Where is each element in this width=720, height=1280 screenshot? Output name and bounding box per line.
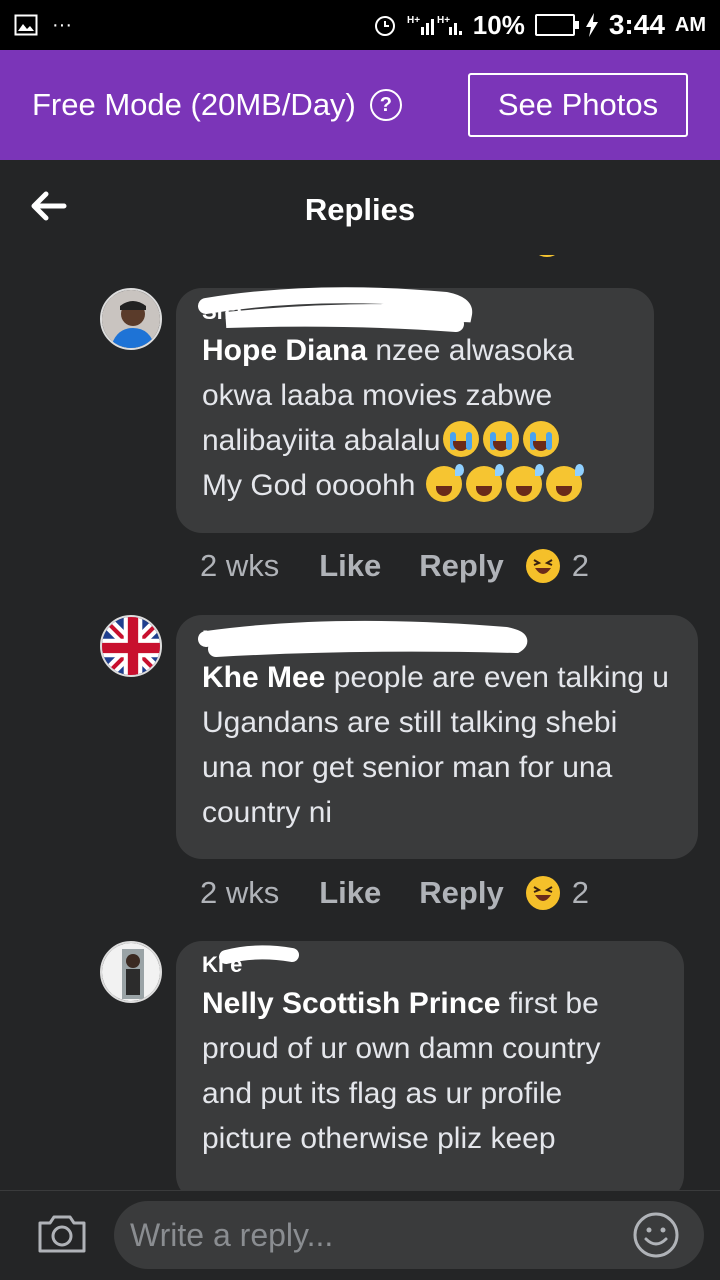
loudly-crying-face-icon bbox=[442, 421, 479, 458]
grinning-sweat-face-icon bbox=[505, 464, 544, 503]
reply-input[interactable]: Write a reply... bbox=[114, 1201, 704, 1269]
grinning-sweat-face-icon bbox=[425, 464, 464, 503]
reply-bubble[interactable]: Kl e Nelly Scottish Prince first be prou… bbox=[176, 941, 684, 1190]
reply-bubble[interactable]: N Khe Mee people are even talking u Ugan… bbox=[176, 615, 698, 859]
like-button[interactable]: Like bbox=[319, 548, 381, 584]
clock-ampm: AM bbox=[674, 13, 706, 36]
reply-composer: Write a reply... bbox=[0, 1190, 720, 1280]
obscured-author-name: Sha bbox=[198, 287, 628, 332]
svg-text:H+: H+ bbox=[437, 15, 450, 26]
reply-timestamp: 2 wks bbox=[200, 548, 280, 583]
help-icon[interactable]: ? bbox=[369, 89, 402, 121]
reply-timestamp: 2 wks bbox=[200, 875, 280, 910]
mention-link[interactable]: Hope Diana bbox=[202, 334, 367, 367]
battery-icon bbox=[534, 14, 579, 36]
reply-button[interactable]: Reply bbox=[419, 875, 503, 911]
status-bar: ··· H+ H+ 10% 3:44 AM bbox=[0, 0, 720, 50]
notification-more: ··· bbox=[52, 13, 72, 36]
alarm-icon bbox=[374, 16, 395, 36]
grinning-sweat-face-icon bbox=[545, 464, 584, 503]
gallery-icon bbox=[14, 14, 38, 36]
page-title: Replies bbox=[304, 192, 416, 227]
reply-text: Khe Mee people are even talking u Uganda… bbox=[202, 661, 669, 829]
charging-icon bbox=[585, 13, 598, 37]
svg-text:H+: H+ bbox=[407, 15, 420, 26]
free-mode-label: Free Mode (20MB/Day) bbox=[32, 87, 356, 122]
obscured-author-name: N bbox=[198, 620, 672, 657]
loudly-crying-face-icon bbox=[482, 421, 519, 458]
replies-feed[interactable]: Sha Hope Diana nzee alwasoka okwa laaba … bbox=[0, 255, 720, 1190]
redaction-scribble bbox=[198, 620, 528, 657]
reply-actions: 2 wks Like Reply 2 bbox=[200, 875, 589, 911]
reply-bubble[interactable]: Sha Hope Diana nzee alwasoka okwa laaba … bbox=[176, 287, 654, 533]
avatar[interactable] bbox=[100, 941, 162, 1003]
free-mode-banner: Free Mode (20MB/Day) ? See Photos bbox=[0, 50, 720, 160]
obscured-author-name: Kl e bbox=[202, 945, 658, 981]
battery-percent: 10% bbox=[472, 9, 525, 40]
reply-text: Hope Diana nzee alwasoka okwa laaba movi… bbox=[202, 328, 628, 508]
mention-link[interactable]: Khe Mee bbox=[202, 661, 325, 694]
reaction-count: 2 bbox=[571, 548, 589, 583]
emoji-picker-icon[interactable] bbox=[632, 1211, 680, 1259]
redaction-scribble bbox=[198, 287, 473, 332]
replies-header: Replies bbox=[0, 160, 720, 255]
grinning-sweat-face-icon bbox=[465, 464, 504, 503]
mention-link[interactable]: Nelly Scottish Prince bbox=[202, 987, 500, 1020]
loudly-crying-face-icon bbox=[522, 421, 559, 458]
reaction-count: 2 bbox=[571, 875, 589, 910]
clipped-reaction-icon bbox=[530, 255, 570, 261]
reply-text: Nelly Scottish Prince first be proud of … bbox=[202, 987, 601, 1155]
clock: 3:44 bbox=[608, 9, 665, 40]
see-photos-button[interactable]: See Photos bbox=[468, 73, 688, 137]
reply-actions: 2 wks Like Reply 2 bbox=[200, 548, 589, 584]
reply-input-placeholder: Write a reply... bbox=[130, 1216, 334, 1253]
haha-reaction-icon[interactable] bbox=[525, 876, 560, 910]
avatar[interactable] bbox=[100, 288, 162, 350]
signal-icon: H+ H+ bbox=[407, 15, 462, 35]
reply-button[interactable]: Reply bbox=[419, 548, 503, 584]
like-button[interactable]: Like bbox=[319, 875, 381, 911]
camera-icon[interactable] bbox=[36, 1211, 88, 1255]
haha-reaction-icon[interactable] bbox=[525, 549, 560, 583]
avatar[interactable] bbox=[100, 615, 162, 677]
redaction-scribble bbox=[219, 945, 299, 964]
